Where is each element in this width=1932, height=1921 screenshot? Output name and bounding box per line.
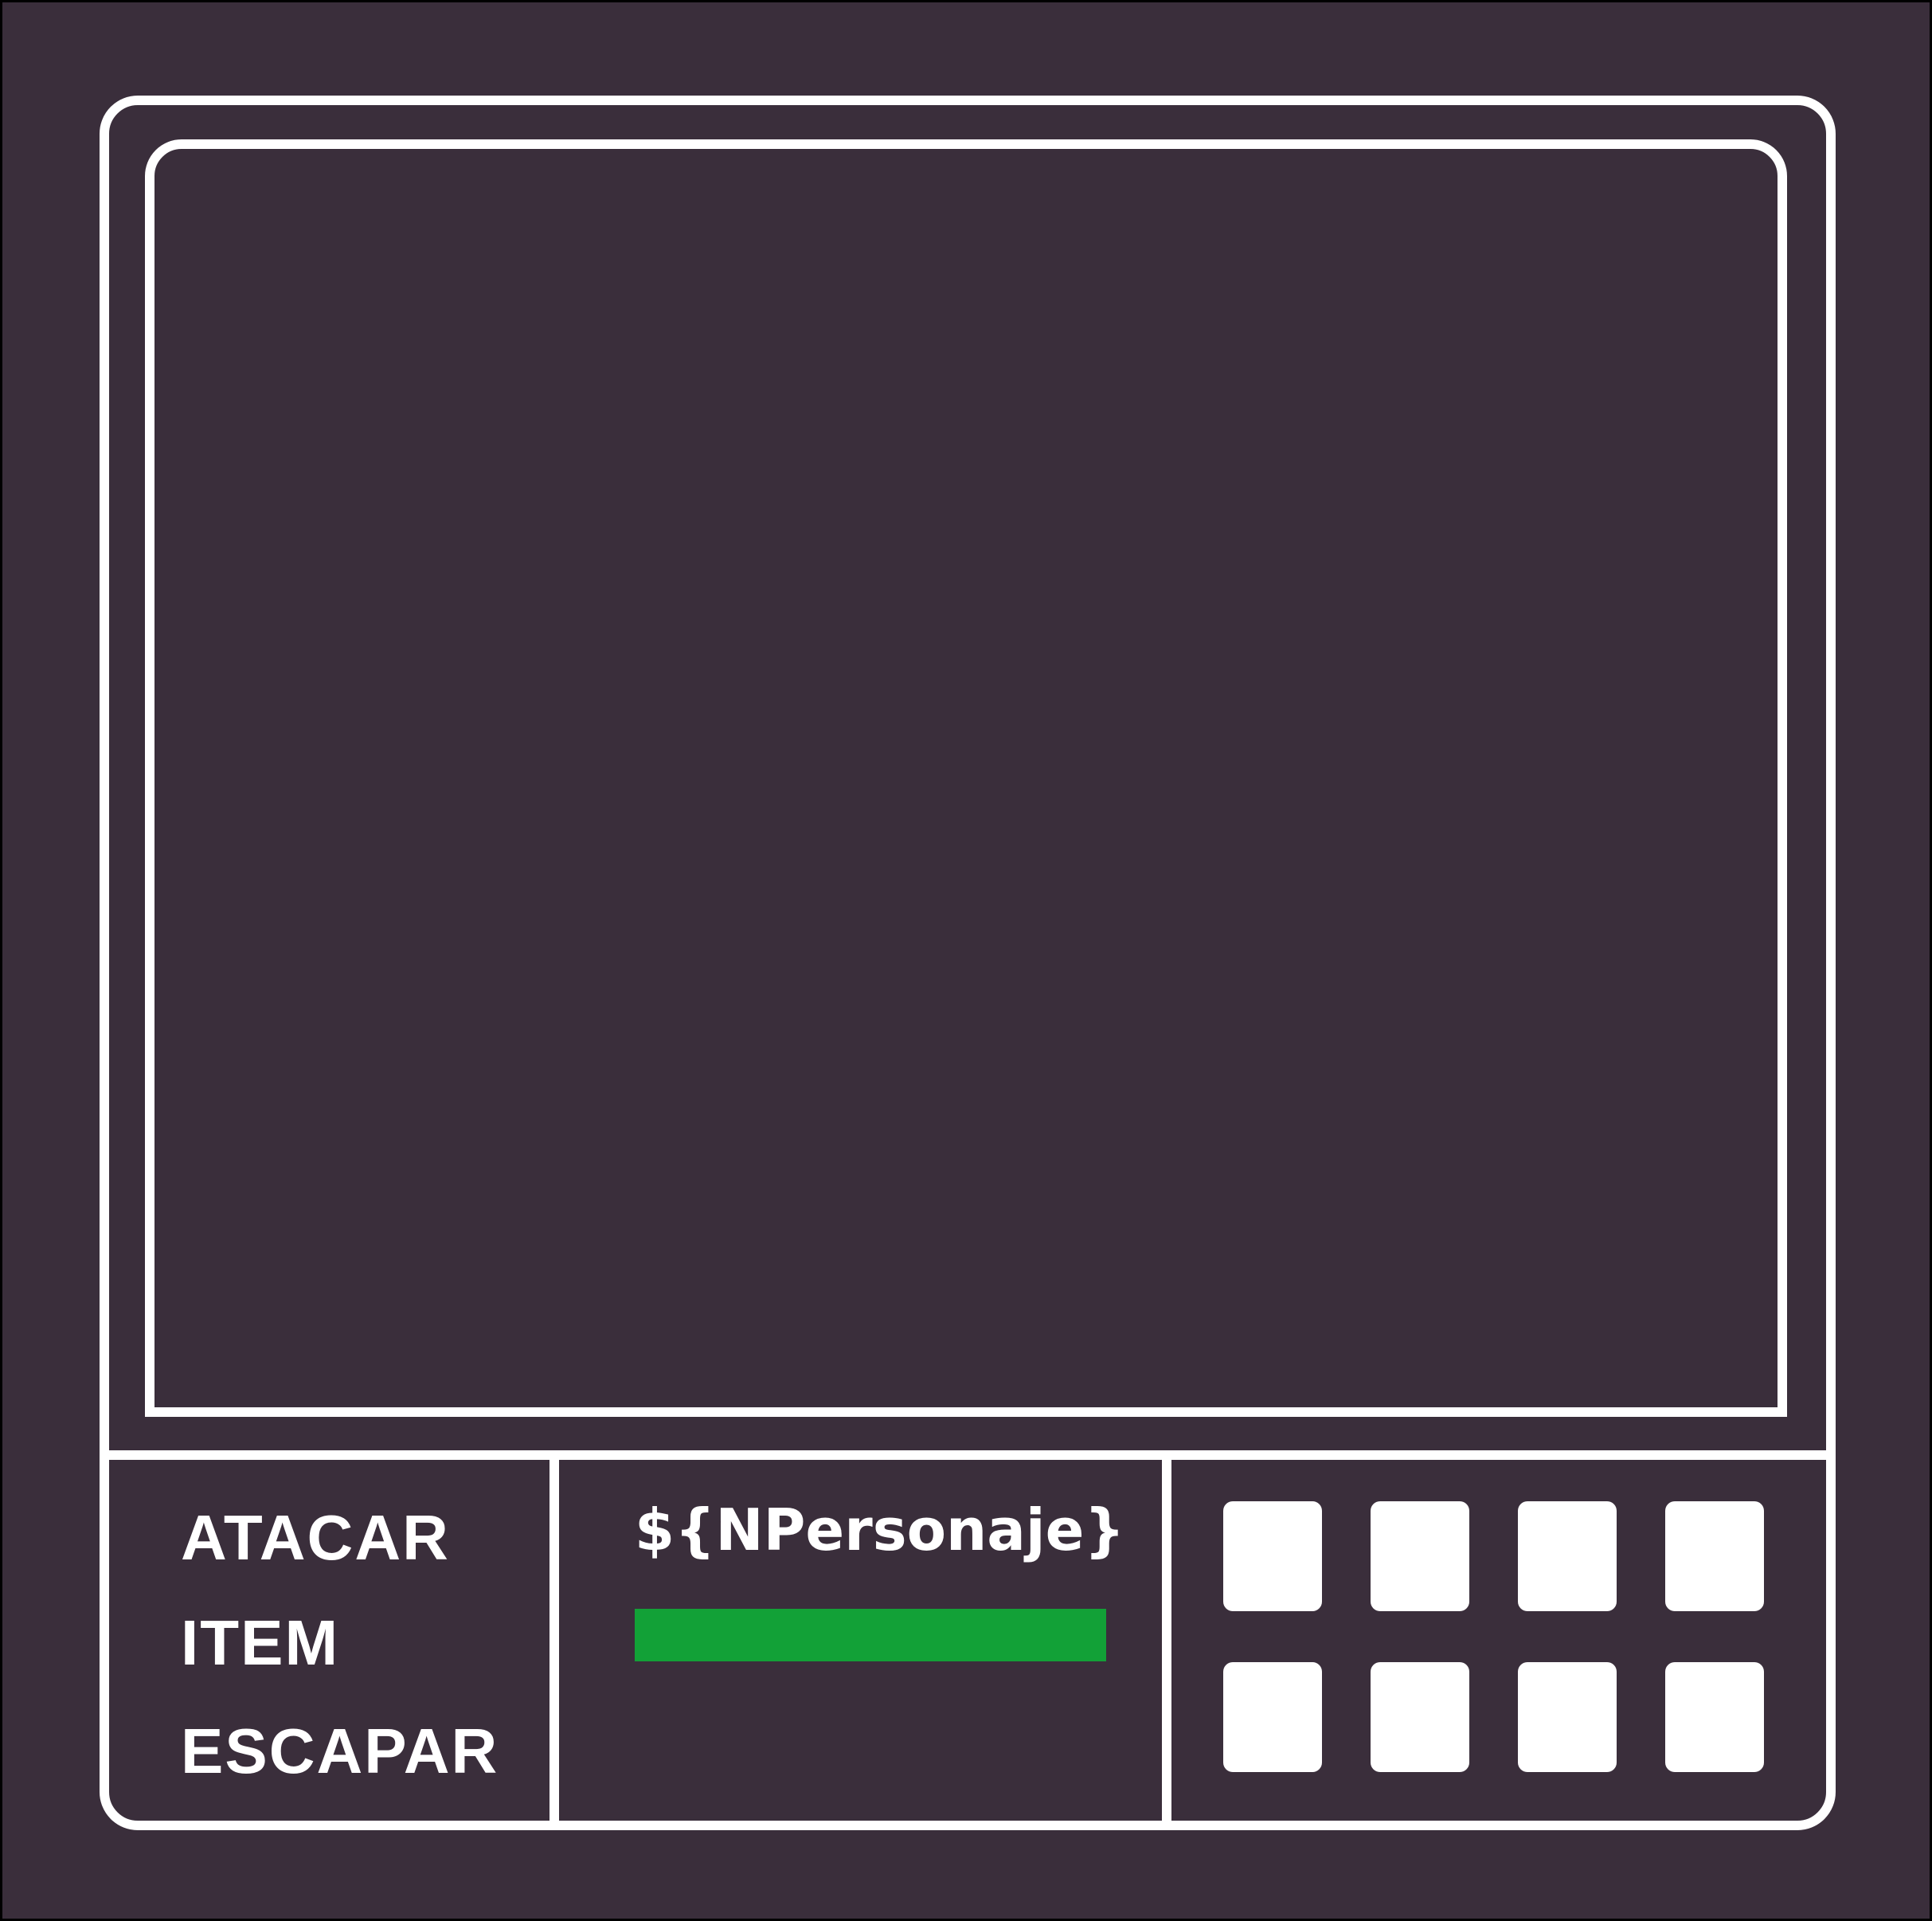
hud-divider-right — [1162, 1450, 1171, 1830]
battle-viewport — [145, 139, 1787, 1417]
battle-screen: ATACAR ITEM ESCAPAR ${NPersonaje} — [0, 0, 1932, 1921]
inventory-slot[interactable] — [1518, 1501, 1617, 1611]
inventory-slot[interactable] — [1665, 1662, 1764, 1772]
hud-divider — [100, 1450, 1836, 1460]
escape-button[interactable]: ESCAPAR — [181, 1720, 499, 1783]
item-button[interactable]: ITEM — [181, 1611, 339, 1675]
inventory-slot[interactable] — [1223, 1501, 1322, 1611]
inventory-slot[interactable] — [1371, 1662, 1469, 1772]
inventory-slot[interactable] — [1665, 1501, 1764, 1611]
attack-button[interactable]: ATACAR — [181, 1506, 450, 1570]
hp-bar-fill — [635, 1609, 1106, 1661]
character-name: ${NPersonaje} — [635, 1497, 1125, 1563]
inventory-slot[interactable] — [1518, 1662, 1617, 1772]
inventory-slot[interactable] — [1223, 1662, 1322, 1772]
hp-bar — [635, 1609, 1106, 1661]
hud-divider-left — [549, 1450, 559, 1830]
inventory-slot[interactable] — [1371, 1501, 1469, 1611]
